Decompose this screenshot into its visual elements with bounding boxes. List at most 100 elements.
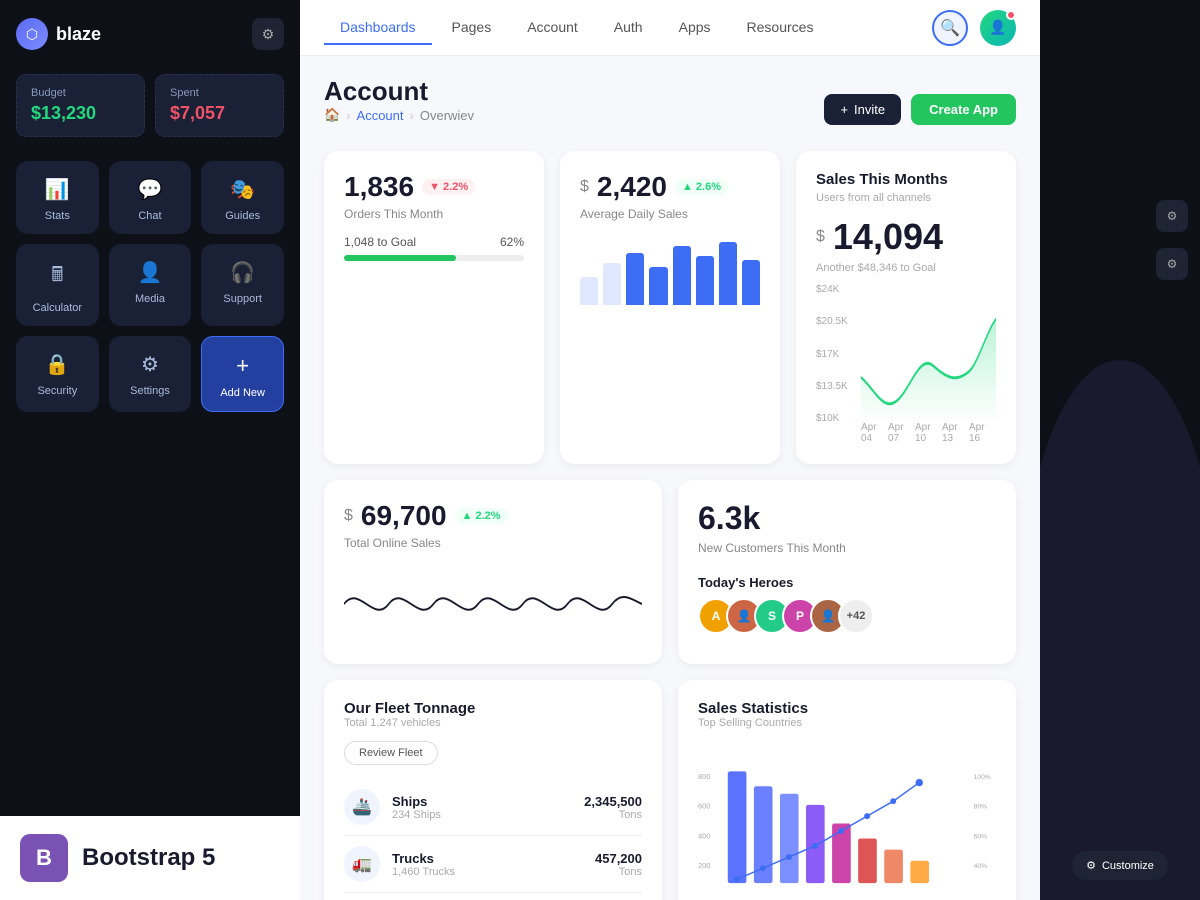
breadcrumb-account[interactable]: Account [357, 108, 404, 123]
budget-value: $13,230 [31, 103, 130, 124]
right-panel-bg [1040, 360, 1200, 900]
spent-label: Spent [170, 87, 269, 99]
sidebar-item-support[interactable]: 🎧 Support [201, 244, 284, 326]
sidebar-item-label: Security [37, 385, 77, 397]
main-content: Dashboards Pages Account Auth Apps Resou… [300, 0, 1040, 900]
sidebar-item-calculator[interactable]: 🖩 Calculator [16, 244, 99, 326]
tab-pages[interactable]: Pages [436, 11, 508, 45]
bar-7 [719, 242, 737, 305]
ships-icon: 🚢 [344, 789, 380, 825]
mini-bar-chart [580, 235, 760, 305]
logo-icon: ⬡ [16, 18, 48, 50]
sales-month-note: Another $48,346 to Goal [816, 262, 996, 274]
settings-icon: ⚙ [141, 352, 159, 377]
sales-stats-card: Sales Statistics Top Selling Countries 8… [678, 680, 1016, 900]
bar-4 [649, 267, 667, 306]
daily-sales-value-row: $ 2,420 ▲ 2.6% [580, 171, 760, 203]
page-header: Account 🏠 › Account › Overwiev + Invite … [324, 76, 1016, 143]
tab-account[interactable]: Account [511, 11, 594, 45]
bar-8 [742, 260, 760, 306]
online-sales-badge: ▲ 2.2% [455, 508, 508, 524]
tab-resources[interactable]: Resources [731, 11, 830, 45]
sidebar-item-label: Support [223, 293, 262, 305]
tab-apps[interactable]: Apps [663, 11, 727, 45]
support-icon: 🎧 [230, 260, 255, 285]
orders-badge: ▼ 2.2% [422, 179, 475, 195]
new-customers-card: 6.3k New Customers This Month Today's He… [678, 480, 1016, 664]
top-nav-right: 🔍 👤 [932, 10, 1016, 46]
panel-icon-2[interactable]: ⚙ [1156, 248, 1188, 280]
bootstrap-icon: B [20, 834, 68, 882]
breadcrumb-overview: Overwiev [420, 108, 474, 123]
sidebar-item-label: Chat [138, 210, 161, 222]
wave-chart [344, 564, 642, 644]
progress-pct: 62% [500, 235, 524, 249]
online-sales-card: $ 69,700 ▲ 2.2% Total Online Sales [324, 480, 662, 664]
budget-label: Budget [31, 87, 130, 99]
fleet-item-planes: ✈ Planes 8 Aircrafts 1,240 Tons [344, 893, 642, 900]
sidebar-item-label: Media [135, 293, 165, 305]
top-nav: Dashboards Pages Account Auth Apps Resou… [300, 0, 1040, 56]
sidebar-item-label: Calculator [33, 302, 83, 314]
bar-2 [603, 263, 621, 305]
sales-bar-chart: 800 600 400 200 100% [698, 741, 996, 900]
sales-month-card: Sales This Months Users from all channel… [796, 151, 1016, 464]
sidebar-settings-icon[interactable]: ⚙ [252, 18, 284, 50]
progress-bar-bg [344, 255, 524, 261]
customers-label: New Customers This Month [698, 541, 996, 555]
page-content: Account 🏠 › Account › Overwiev + Invite … [300, 56, 1040, 900]
sidebar-item-settings[interactable]: ⚙ Settings [109, 336, 192, 412]
bottom-grid: Our Fleet Tonnage Total 1,247 vehicles R… [324, 680, 1016, 900]
sidebar-item-add-new[interactable]: + Add New [201, 336, 284, 412]
svg-text:800: 800 [698, 772, 710, 781]
orders-card: 1,836 ▼ 2.2% Orders This Month 1,048 to … [324, 151, 544, 464]
bootstrap-badge: B Bootstrap 5 [0, 816, 300, 900]
logo-text: blaze [56, 24, 101, 45]
stats-grid: 1,836 ▼ 2.2% Orders This Month 1,048 to … [324, 151, 1016, 464]
invite-button[interactable]: + Invite [824, 94, 901, 125]
customize-button[interactable]: ⚙ Customize [1072, 851, 1168, 880]
sidebar-header: ⬡ blaze ⚙ [16, 18, 284, 50]
chat-icon: 💬 [138, 177, 163, 202]
svg-text:40%: 40% [974, 863, 987, 870]
sidebar-item-chat[interactable]: 💬 Chat [109, 161, 192, 234]
heroes-title: Today's Heroes [698, 575, 996, 590]
sidebar-item-media[interactable]: 👤 Media [109, 244, 192, 326]
breadcrumb: 🏠 › Account › Overwiev [324, 107, 474, 123]
trucks-icon: 🚛 [344, 846, 380, 882]
budget-card: Budget $13,230 [16, 74, 145, 137]
search-button[interactable]: 🔍 [932, 10, 968, 46]
tab-auth[interactable]: Auth [598, 11, 659, 45]
bar-3 [626, 253, 644, 306]
svg-text:80%: 80% [974, 804, 987, 811]
fleet-card: Our Fleet Tonnage Total 1,247 vehicles R… [324, 680, 662, 900]
online-sales-value: 69,700 [361, 500, 447, 532]
daily-sales-label: Average Daily Sales [580, 207, 760, 221]
sales-month-value: 14,094 [833, 216, 943, 258]
sidebar-item-label: Stats [45, 210, 70, 222]
review-fleet-button[interactable]: Review Fleet [344, 741, 438, 765]
svg-text:600: 600 [698, 802, 710, 811]
customers-value: 6.3k [698, 500, 996, 537]
spent-card: Spent $7,057 [155, 74, 284, 137]
daily-sales-card: $ 2,420 ▲ 2.6% Average Daily Sales [560, 151, 780, 464]
add-new-icon: + [236, 353, 249, 379]
create-app-button[interactable]: Create App [911, 94, 1016, 125]
calculator-icon: 🖩 [51, 260, 63, 294]
notification-dot [1006, 10, 1016, 20]
budget-row: Budget $13,230 Spent $7,057 [16, 74, 284, 137]
right-panel: ⚙ ⚙ ⚙ Customize [1040, 0, 1200, 900]
sidebar-item-guides[interactable]: 🎭 Guides [201, 161, 284, 234]
spent-value: $7,057 [170, 103, 269, 124]
heroes-avatars: A 👤 S P 👤 +42 [698, 598, 996, 634]
tab-dashboards[interactable]: Dashboards [324, 11, 432, 45]
panel-icon-1[interactable]: ⚙ [1156, 200, 1188, 232]
line-chart-svg [861, 284, 996, 424]
bar-6 [696, 256, 714, 305]
svg-text:200: 200 [698, 861, 710, 870]
sidebar-item-stats[interactable]: 📊 Stats [16, 161, 99, 234]
progress-label: 1,048 to Goal [344, 235, 416, 249]
sidebar-item-security[interactable]: 🔒 Security [16, 336, 99, 412]
breadcrumb-home: 🏠 [324, 107, 340, 123]
avatar-notification[interactable]: 👤 [980, 10, 1016, 46]
